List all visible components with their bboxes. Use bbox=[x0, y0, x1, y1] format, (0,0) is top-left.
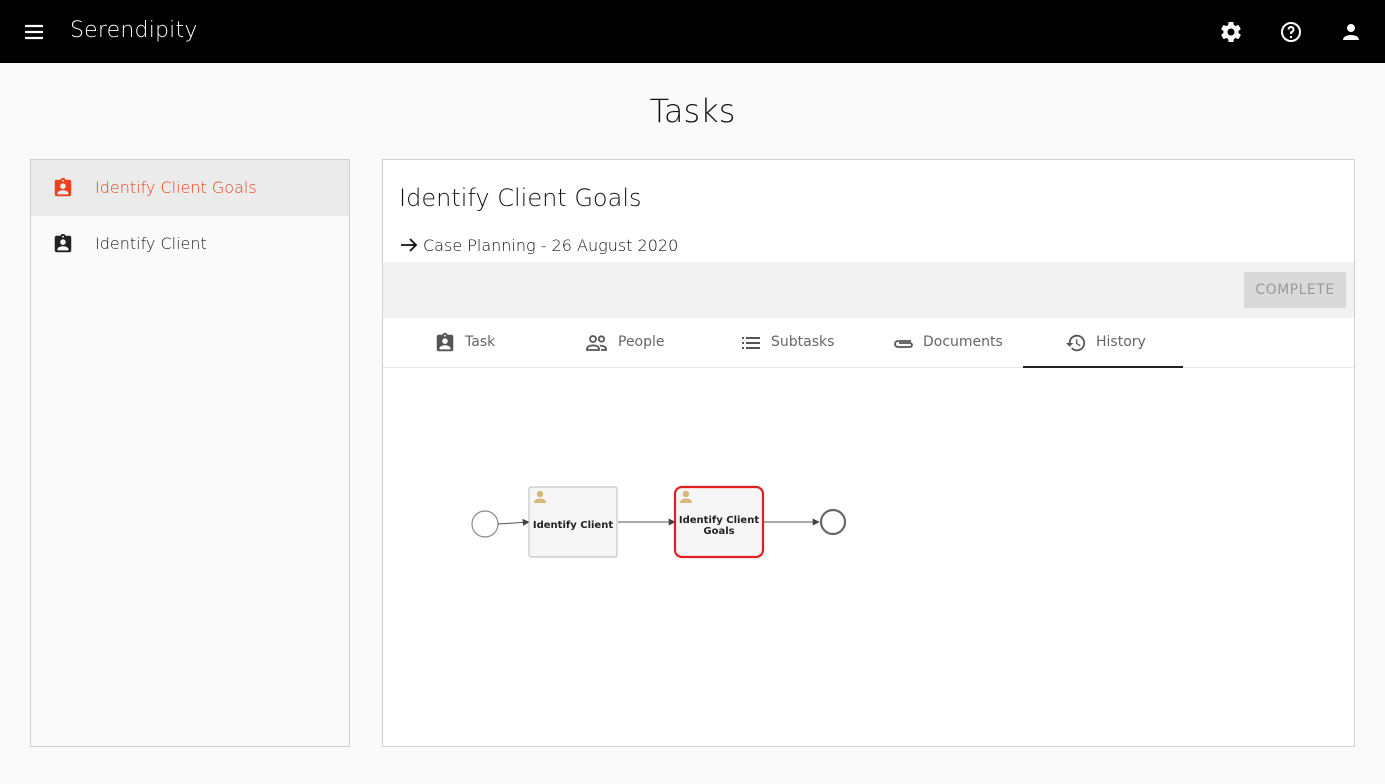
tab-label: History bbox=[1096, 334, 1146, 350]
tab-people[interactable]: People bbox=[543, 318, 703, 368]
process-diagram: Identify Client Identify Client Goals bbox=[383, 370, 1354, 582]
task-list-item-identify-client[interactable]: Identify Client bbox=[31, 216, 349, 272]
top-app-bar: Serendipity bbox=[0, 0, 1385, 63]
task-detail-panel: Identify Client Goals Case Planning - 26… bbox=[382, 159, 1355, 747]
history-icon bbox=[1065, 332, 1087, 354]
assignment-ind-icon bbox=[434, 332, 456, 354]
task-tabs: Task People Subtasks Documents History bbox=[383, 318, 1354, 368]
settings-icon[interactable] bbox=[1219, 20, 1243, 44]
tab-label: Documents bbox=[923, 334, 1003, 350]
attachment-icon bbox=[891, 332, 913, 354]
start-event bbox=[471, 510, 499, 538]
tab-subtasks[interactable]: Subtasks bbox=[703, 318, 863, 368]
menu-icon[interactable] bbox=[22, 20, 46, 44]
task-action-bar: COMPLETE bbox=[383, 262, 1354, 318]
tab-label: People bbox=[618, 334, 665, 350]
account-icon[interactable] bbox=[1339, 20, 1363, 44]
task-list-item-label: Identify Client bbox=[95, 234, 207, 253]
task-list: Identify Client Goals Identify Client bbox=[30, 159, 350, 747]
list-icon bbox=[740, 332, 762, 354]
end-event bbox=[819, 508, 847, 536]
tab-label: Subtasks bbox=[771, 334, 835, 350]
app-title: Serendipity bbox=[70, 18, 198, 43]
task-title: Identify Client Goals bbox=[399, 184, 642, 212]
task-node-label: Identify Client bbox=[532, 520, 614, 531]
tab-task[interactable]: Task bbox=[383, 318, 543, 368]
people-icon bbox=[585, 332, 607, 354]
case-link-label: Case Planning - 26 August 2020 bbox=[423, 236, 679, 255]
page-title: Tasks bbox=[649, 92, 736, 130]
assignment-ind-icon bbox=[52, 177, 74, 199]
task-list-item-identify-client-goals[interactable]: Identify Client Goals bbox=[31, 160, 349, 216]
arrow-forward-icon bbox=[399, 236, 419, 254]
task-list-item-label: Identify Client Goals bbox=[95, 178, 257, 197]
sequence-flow bbox=[497, 518, 530, 526]
tab-label: Task bbox=[465, 334, 496, 350]
tab-documents[interactable]: Documents bbox=[863, 318, 1023, 368]
complete-button[interactable]: COMPLETE bbox=[1244, 272, 1346, 308]
help-icon[interactable] bbox=[1279, 20, 1303, 44]
task-node-label: Identify Client Goals bbox=[678, 515, 760, 537]
tab-history[interactable]: History bbox=[1023, 318, 1183, 368]
assignment-ind-icon bbox=[52, 233, 74, 255]
